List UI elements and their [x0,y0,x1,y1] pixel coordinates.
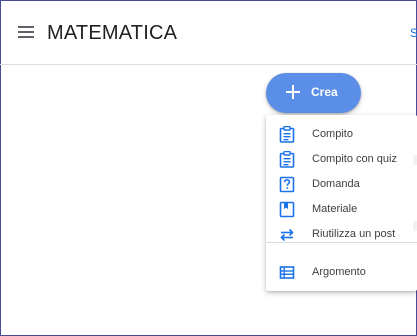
clipped-background-element [413,221,417,231]
menu-item-argomento[interactable]: Argomento [266,260,417,285]
menu-item-compito-con-quiz[interactable]: Compito con quiz [266,147,417,172]
reuse-post-icon [280,228,294,242]
menu-item-label: Materiale [312,203,358,215]
menu-item-domanda[interactable]: Domanda [266,172,417,197]
question-icon [279,176,295,193]
topic-icon [279,266,295,279]
create-menu: Compito Compito con quiz Domanda Materia… [266,115,417,291]
menu-item-riutilizza-post[interactable]: Riutilizza un post [266,222,417,247]
quiz-assignment-icon [279,151,295,168]
clipped-nav-link[interactable]: S [410,26,417,40]
create-button-label: Crea [311,85,338,99]
menu-item-label: Argomento [312,266,366,278]
top-app-bar: MATEMATICA S [0,0,417,65]
menu-item-label: Riutilizza un post [312,228,396,240]
menu-item-materiale[interactable]: Materiale [266,197,417,222]
menu-item-compito[interactable]: Compito [266,122,417,147]
clipped-background-element [413,155,417,165]
class-title[interactable]: MATEMATICA [47,22,177,45]
hamburger-menu-icon[interactable] [18,26,34,38]
assignment-icon [279,126,295,143]
menu-divider [266,242,417,243]
menu-item-label: Compito [312,128,353,140]
menu-item-label: Compito con quiz [312,153,397,165]
plus-icon [286,85,300,99]
material-icon [279,201,295,218]
menu-item-label: Domanda [312,178,360,190]
create-button[interactable]: Crea [266,73,361,113]
